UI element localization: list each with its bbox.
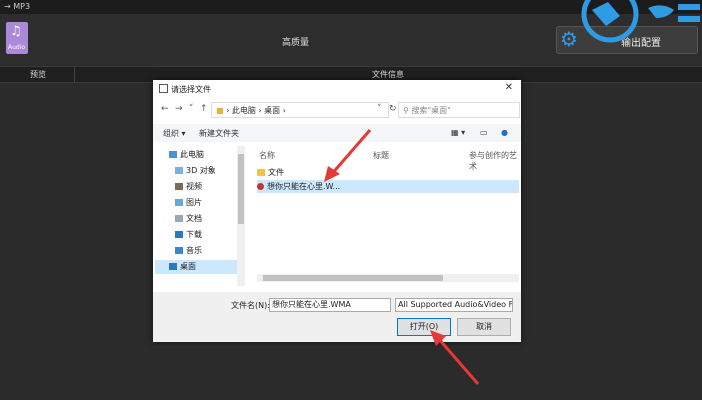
audio-file-icon bbox=[257, 183, 264, 190]
dialog-title: 请选择文件 bbox=[159, 84, 211, 95]
filename-input[interactable]: 想你只能在心里.WMA bbox=[269, 298, 391, 312]
tree-item-music[interactable]: 音乐 bbox=[175, 244, 202, 258]
tree-item-downloads[interactable]: 下载 bbox=[175, 228, 202, 242]
cancel-button[interactable]: 取消 bbox=[457, 318, 511, 336]
new-folder-button[interactable]: 新建文件夹 bbox=[199, 128, 239, 139]
tree-item-label: 文档 bbox=[186, 214, 202, 223]
watermark-logo bbox=[581, 0, 700, 43]
navigation-pane: 此电脑 3D 对象 视频 图片 文档 下载 音乐 桌面 bbox=[153, 146, 245, 286]
music-note-icon: ♫ bbox=[10, 24, 22, 39]
open-button[interactable]: 打开(O) bbox=[397, 318, 451, 336]
search-input[interactable]: ⚲ 搜索"桌面" bbox=[398, 102, 520, 118]
tree-item-label: 图片 bbox=[186, 198, 202, 207]
tree-item-videos[interactable]: 视频 bbox=[175, 180, 202, 194]
search-icon: ⚲ bbox=[403, 106, 409, 115]
window-icon bbox=[159, 84, 168, 93]
tree-item-pictures[interactable]: 图片 bbox=[175, 196, 202, 210]
folder-icon bbox=[257, 169, 265, 176]
help-icon[interactable]: ● bbox=[501, 128, 508, 137]
download-icon bbox=[175, 231, 183, 238]
dialog-footer: 文件名(N): 想你只能在心里.WMA All Supported Audio&… bbox=[153, 292, 521, 342]
preview-pane-icon[interactable]: ▭ bbox=[480, 128, 488, 137]
back-arrow-icon[interactable]: ← bbox=[161, 104, 169, 114]
audio-tile-label: Audio bbox=[8, 44, 26, 51]
folder-icon bbox=[175, 199, 183, 206]
filetype-select[interactable]: All Supported Audio&Video F bbox=[395, 298, 513, 312]
folder-icon bbox=[175, 167, 183, 174]
address-dropdown-icon[interactable]: ˅ bbox=[377, 104, 382, 114]
filename-label: 文件名(N): bbox=[231, 301, 270, 310]
file-row-folder[interactable]: 文件 bbox=[257, 166, 519, 179]
up-arrow-icon[interactable]: ↑ bbox=[200, 104, 208, 114]
address-bar[interactable]: ■ › 此电脑 › 桌面 › bbox=[211, 102, 389, 118]
tree-item-label: 此电脑 bbox=[180, 150, 204, 159]
search-placeholder: 搜索"桌面" bbox=[411, 106, 451, 115]
scrollbar-thumb[interactable] bbox=[238, 154, 244, 224]
tree-item-label: 音乐 bbox=[186, 246, 202, 255]
folder-icon bbox=[175, 215, 183, 222]
preview-column-header: 预览 bbox=[30, 70, 46, 79]
tree-item-label: 视频 bbox=[186, 182, 202, 191]
forward-arrow-icon[interactable]: → bbox=[175, 104, 183, 114]
chevron-down-icon[interactable]: ˅ bbox=[189, 104, 194, 114]
music-icon bbox=[175, 247, 183, 254]
refresh-icon[interactable]: ↻ bbox=[389, 104, 397, 114]
folder-icon bbox=[175, 183, 183, 190]
tree-item-3d-objects[interactable]: 3D 对象 bbox=[175, 164, 216, 178]
tree-item-label: 3D 对象 bbox=[186, 166, 216, 175]
quality-label[interactable]: 高质量 bbox=[282, 35, 309, 48]
breadcrumb-desktop[interactable]: 桌面 bbox=[264, 106, 280, 115]
tree-item-label: 下载 bbox=[186, 230, 202, 239]
dialog-title-text: 请选择文件 bbox=[171, 85, 211, 94]
navigation-scrollbar[interactable] bbox=[237, 146, 245, 286]
column-header-title[interactable]: 标题 bbox=[373, 150, 389, 161]
folder-icon: ■ bbox=[216, 106, 224, 115]
breadcrumb-this-pc[interactable]: 此电脑 bbox=[232, 106, 256, 115]
file-open-dialog: 请选择文件 ✕ ← → ˅ ↑ ■ › 此电脑 › 桌面 › ˅ ↻ ⚲ 搜索"… bbox=[153, 80, 521, 342]
column-divider bbox=[74, 67, 75, 82]
file-name: 文件 bbox=[268, 168, 284, 177]
file-name: 想你只能在心里.W... bbox=[267, 182, 341, 191]
folder-icon bbox=[169, 263, 177, 270]
scrollbar-thumb[interactable] bbox=[263, 275, 443, 281]
command-bar: 组织 ▾ 新建文件夹 ▦ ▾ ▭ ● bbox=[153, 124, 521, 142]
close-icon[interactable]: ✕ bbox=[505, 82, 513, 93]
navigation-bar: ← → ˅ ↑ ■ › 此电脑 › 桌面 › ˅ ↻ ⚲ 搜索"桌面" bbox=[153, 100, 521, 120]
organize-menu[interactable]: 组织 ▾ bbox=[163, 128, 186, 139]
tree-item-desktop[interactable]: 桌面 bbox=[155, 260, 241, 274]
view-options-icon[interactable]: ▦ ▾ bbox=[451, 128, 465, 137]
file-info-column-header: 文件信息 bbox=[372, 70, 404, 79]
file-list-scrollbar[interactable] bbox=[257, 274, 519, 282]
gear-icon: ⚙ bbox=[560, 27, 578, 51]
file-list: 名称 标题 参与创作的艺术 文件 想你只能在心里.W... bbox=[253, 146, 521, 286]
tree-item-documents[interactable]: 文档 bbox=[175, 212, 202, 226]
computer-icon bbox=[169, 151, 177, 158]
file-row-audio[interactable]: 想你只能在心里.W... bbox=[257, 180, 519, 193]
column-header-name[interactable]: 名称 bbox=[259, 150, 275, 161]
tree-item-label: 桌面 bbox=[180, 262, 196, 271]
title-breadcrumb: → MP3 bbox=[4, 2, 31, 11]
audio-format-tile[interactable]: ♫ Audio bbox=[6, 22, 28, 54]
tree-item-this-pc[interactable]: 此电脑 bbox=[169, 148, 204, 162]
